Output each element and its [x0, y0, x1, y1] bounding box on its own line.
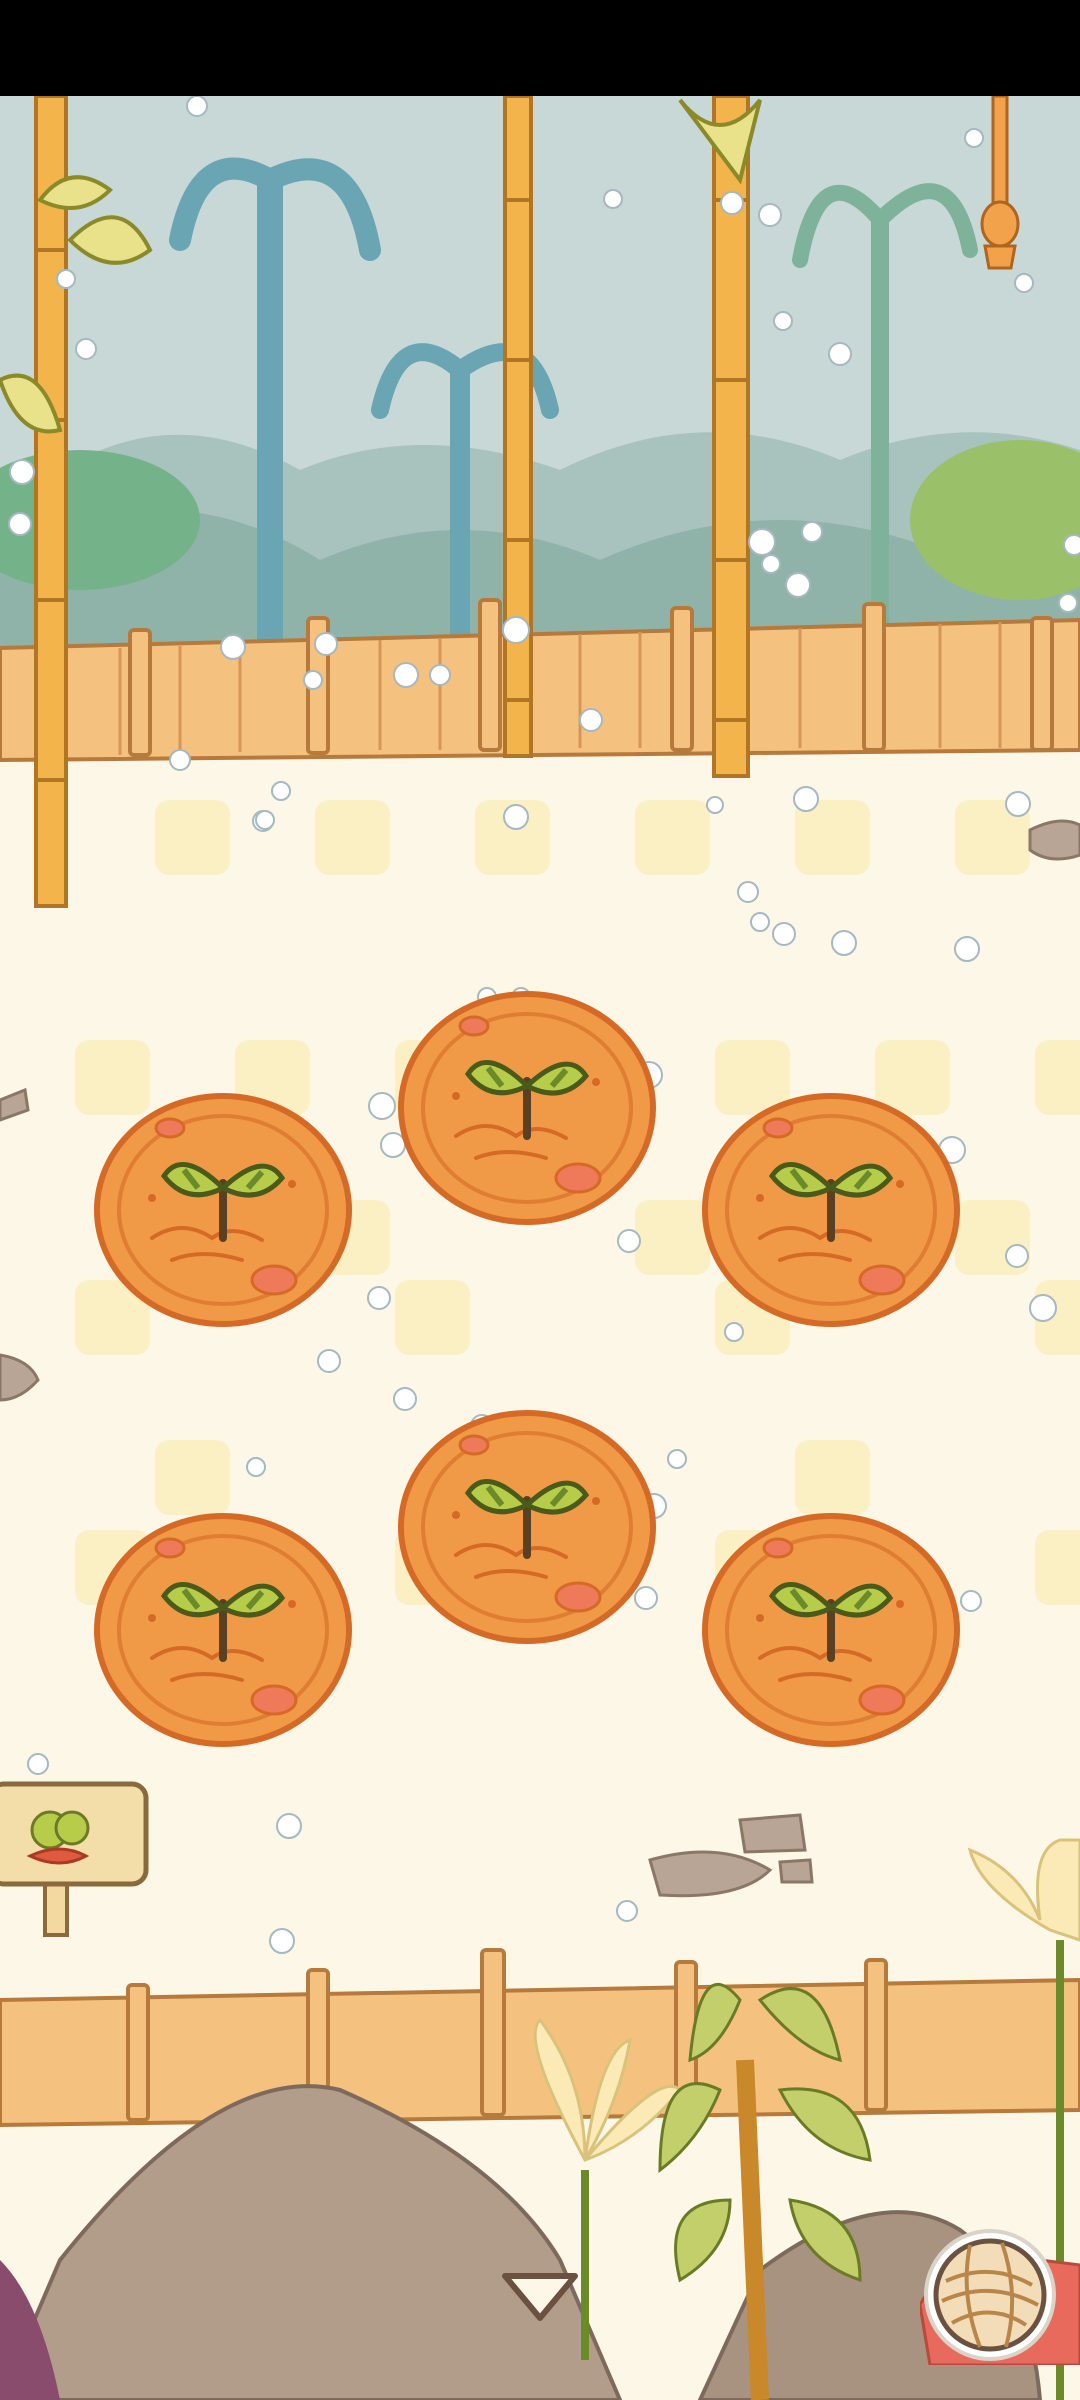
yarn-ball-button[interactable] [918, 2225, 1080, 2367]
soil-mound [702, 1513, 960, 1747]
soil-plot-1[interactable] [92, 1088, 354, 1328]
soil-mound [94, 1513, 352, 1747]
chevron-down-icon [502, 2273, 578, 2321]
status-bar [0, 0, 1080, 96]
soil-mound [94, 1093, 352, 1327]
soil-plot-4[interactable] [92, 1508, 354, 1748]
soil-plot-5[interactable] [396, 1405, 658, 1645]
soil-mound [702, 1093, 960, 1327]
soil-mound [398, 1410, 656, 1644]
soil-plot-6[interactable] [700, 1508, 962, 1748]
soil-mound [398, 991, 656, 1225]
signpost-sprout-icon [0, 1781, 149, 1937]
collapse-button[interactable] [495, 2262, 585, 2332]
soil-plot-3[interactable] [700, 1088, 962, 1328]
yarn-ball-icon [918, 2229, 1080, 2367]
hanging-rope-icon [980, 94, 1020, 270]
signpost-button[interactable] [0, 1780, 152, 1940]
soil-plot-2[interactable] [396, 986, 658, 1226]
bottom-boulders [0, 2084, 1043, 2400]
rope-handle[interactable] [975, 94, 1025, 276]
